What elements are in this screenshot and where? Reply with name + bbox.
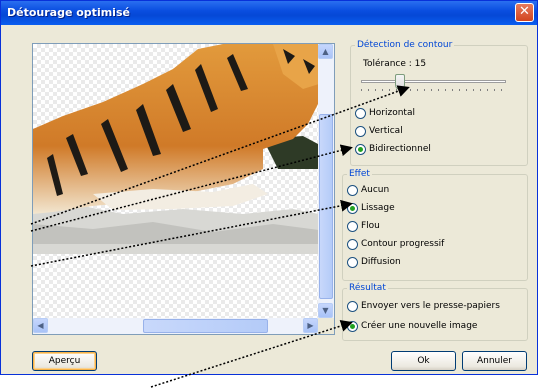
radio-label: Aucun — [361, 185, 390, 195]
radio-circle[interactable] — [347, 256, 358, 268]
scroll-down-button[interactable]: ▼ — [318, 303, 333, 318]
radio-circle[interactable] — [355, 107, 366, 119]
image-preview: ▲ ▼ ◀ ▶ — [32, 43, 335, 335]
radio-circle[interactable] — [347, 238, 358, 250]
radio-nouvelle-image[interactable]: Créer une nouvelle image — [347, 319, 477, 333]
scroll-up-button[interactable]: ▲ — [318, 44, 333, 59]
tiger-image — [33, 44, 319, 254]
ok-button[interactable]: Ok — [391, 351, 456, 371]
radio-vertical[interactable]: Vertical — [355, 124, 403, 138]
radio-label: Envoyer vers le presse-papiers — [361, 301, 500, 311]
radio-horizontal[interactable]: Horizontal — [355, 106, 415, 120]
arrow-up-icon: ▲ — [322, 47, 329, 56]
arrow-down-icon: ▼ — [322, 306, 329, 315]
close-button[interactable]: ✕ — [515, 3, 534, 22]
radio-label: Bidirectionnel — [369, 144, 431, 154]
tolerance-slider-ticks — [361, 89, 506, 91]
scroll-right-button[interactable]: ▶ — [303, 318, 318, 333]
radio-circle[interactable] — [347, 320, 358, 332]
dialog-window: Détourage optimisé ✕ ▲ ▼ ◀ ▶ Détection d… — [0, 0, 538, 388]
radio-circle[interactable] — [347, 300, 358, 312]
title-bar[interactable]: Détourage optimisé ✕ — [1, 1, 537, 25]
radio-label: Vertical — [369, 126, 403, 136]
group-detection: Détection de contour Tolérance : 15 Hori… — [350, 40, 528, 166]
radio-label: Lissage — [361, 203, 395, 213]
close-icon: ✕ — [519, 4, 530, 19]
tolerance-label: Tolérance : 15 — [363, 59, 427, 69]
group-effet: Effet Aucun Lissage Flou Contour progres… — [342, 169, 528, 281]
cancel-button[interactable]: Annuler — [462, 351, 527, 371]
horizontal-scroll-thumb[interactable] — [143, 319, 268, 333]
tolerance-slider-thumb[interactable] — [395, 74, 405, 90]
radio-aucun[interactable]: Aucun — [347, 183, 389, 197]
radio-circle[interactable] — [347, 202, 358, 214]
group-detection-legend: Détection de contour — [357, 40, 453, 50]
radio-diffusion[interactable]: Diffusion — [347, 255, 401, 269]
arrow-left-icon: ◀ — [37, 321, 44, 330]
arrow-right-icon: ▶ — [307, 321, 314, 330]
radio-lissage[interactable]: Lissage — [347, 201, 395, 215]
vertical-scrollbar[interactable]: ▲ ▼ — [318, 44, 334, 318]
radio-flou[interactable]: Flou — [347, 219, 380, 233]
scroll-left-button[interactable]: ◀ — [33, 318, 48, 333]
horizontal-scrollbar[interactable]: ◀ ▶ — [33, 318, 318, 334]
window-title: Détourage optimisé — [7, 6, 130, 19]
tolerance-slider-track[interactable] — [361, 80, 506, 83]
radio-circle[interactable] — [355, 125, 366, 137]
scrollbar-corner — [318, 318, 334, 334]
radio-label: Flou — [361, 221, 380, 231]
group-effet-legend: Effet — [349, 169, 370, 179]
radio-circle[interactable] — [347, 184, 358, 196]
radio-circle[interactable] — [355, 143, 366, 155]
radio-label: Diffusion — [361, 257, 401, 267]
radio-circle[interactable] — [347, 220, 358, 232]
radio-presse-papiers[interactable]: Envoyer vers le presse-papiers — [347, 299, 500, 313]
radio-label: Créer une nouvelle image — [361, 321, 478, 331]
vertical-scroll-thumb[interactable] — [319, 114, 333, 299]
radio-contour-progressif[interactable]: Contour progressif — [347, 237, 444, 251]
group-resultat-legend: Résultat — [349, 283, 386, 293]
radio-label: Contour progressif — [361, 239, 445, 249]
group-resultat: Résultat Envoyer vers le presse-papiers … — [342, 283, 528, 341]
preview-button[interactable]: Aperçu — [32, 351, 97, 371]
radio-bidirectionnel[interactable]: Bidirectionnel — [355, 142, 431, 156]
radio-label: Horizontal — [369, 108, 415, 118]
